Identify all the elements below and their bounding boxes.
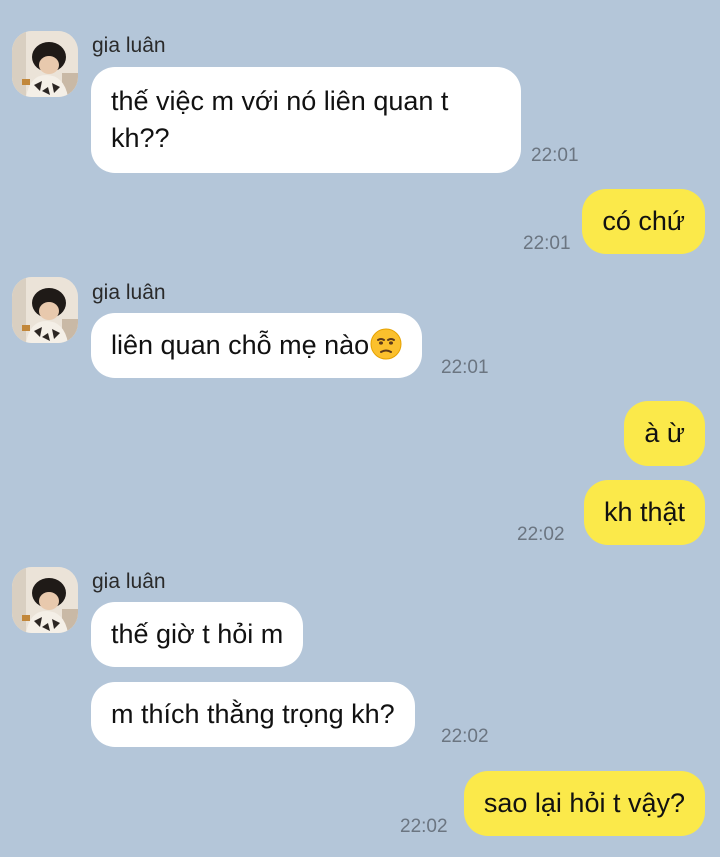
message-bubble[interactable]: m thích thằng trọng kh? xyxy=(91,682,415,747)
message-bubble[interactable]: kh thật xyxy=(583,480,705,545)
message-time: 22:02 xyxy=(400,816,448,837)
sender-name: gia luân xyxy=(92,34,166,57)
message-bubble[interactable]: liên quan chỗ mẹ nào xyxy=(91,313,423,378)
avatar[interactable] xyxy=(12,31,78,97)
avatar[interactable] xyxy=(12,567,78,633)
message-time: 22:01 xyxy=(441,357,489,378)
message-bubble[interactable]: à ừ xyxy=(624,401,705,466)
message-text: liên quan chỗ mẹ nào xyxy=(111,330,370,360)
message-text: sao lại hỏi t vậy? xyxy=(483,788,685,818)
message-time: 22:01 xyxy=(531,145,579,166)
avatar[interactable] xyxy=(12,277,78,343)
message-text: à ừ xyxy=(644,418,685,448)
message-text: thế giờ t hỏi m xyxy=(111,619,284,649)
message-text: thế việc m với nó liên quan t kh?? xyxy=(111,86,449,153)
message-bubble[interactable]: có chứ xyxy=(582,189,705,254)
message-bubble[interactable]: thế việc m với nó liên quan t kh?? xyxy=(91,67,521,173)
message-time: 22:02 xyxy=(441,726,489,747)
sender-name: gia luân xyxy=(92,570,166,593)
message-bubble[interactable]: thế giờ t hỏi m xyxy=(91,602,304,667)
message-text: kh thật xyxy=(603,497,685,527)
sender-name: gia luân xyxy=(92,281,166,304)
message-time: 22:02 xyxy=(517,524,565,545)
message-bubble[interactable]: sao lại hỏi t vậy? xyxy=(463,771,705,836)
unamused-face-icon xyxy=(370,328,402,360)
message-text: có chứ xyxy=(602,206,685,236)
message-text: m thích thằng trọng kh? xyxy=(111,699,395,729)
message-time: 22:01 xyxy=(523,233,571,254)
